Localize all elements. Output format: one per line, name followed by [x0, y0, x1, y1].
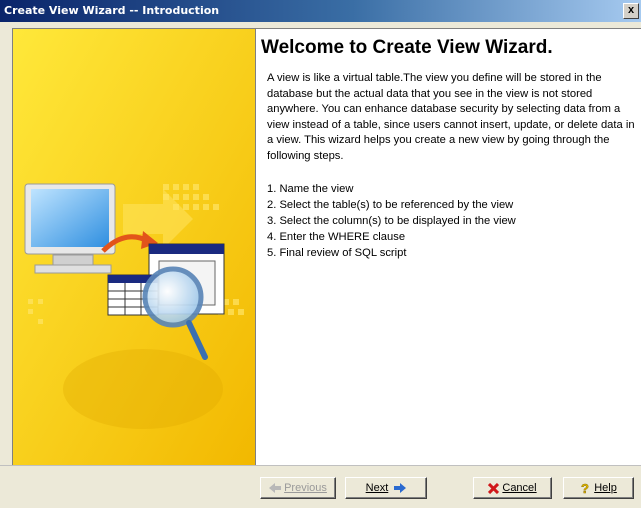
arrow-left-icon	[269, 483, 282, 494]
next-label: Next	[365, 482, 389, 494]
svg-text:?: ?	[581, 482, 589, 495]
window-title: Create View Wizard -- Introduction	[4, 4, 220, 17]
list-item: 2. Select the table(s) to be referenced …	[267, 199, 514, 211]
help-button[interactable]: ? Help	[563, 477, 634, 499]
help-question-icon: ?	[581, 482, 590, 495]
wizard-illustration-panel	[12, 28, 256, 466]
page-title: Welcome to Create View Wizard.	[261, 37, 553, 58]
cancel-label: Cancel	[502, 482, 537, 494]
wizard-content: Welcome to Create View Wizard. A view is…	[256, 28, 641, 465]
previous-button[interactable]: Previous	[260, 477, 336, 499]
next-button[interactable]: Next	[345, 477, 427, 499]
database-view-illustration	[13, 29, 255, 465]
cancel-button[interactable]: Cancel	[473, 477, 552, 499]
cancel-x-icon	[488, 482, 500, 494]
help-label: Help	[594, 482, 617, 494]
button-bar: Previous Next Cancel ? Help	[0, 465, 641, 508]
list-item: 3. Select the column(s) to be displayed …	[267, 215, 516, 227]
title-bar[interactable]: Create View Wizard -- Introduction x	[0, 0, 641, 22]
wizard-description: A view is like a virtual table.The view …	[267, 72, 635, 162]
arrow-right-icon	[394, 483, 407, 494]
list-item: 4. Enter the WHERE clause	[267, 231, 406, 243]
previous-label: Previous	[284, 482, 327, 494]
list-item: 1. Name the view	[267, 183, 354, 195]
list-item: 5. Final review of SQL script	[267, 247, 407, 259]
steps-list: 1. Name the view 2. Select the table(s) …	[267, 181, 516, 261]
wizard-window: Create View Wizard -- Introduction x Wel…	[0, 0, 641, 508]
close-button[interactable]: x	[623, 3, 639, 19]
